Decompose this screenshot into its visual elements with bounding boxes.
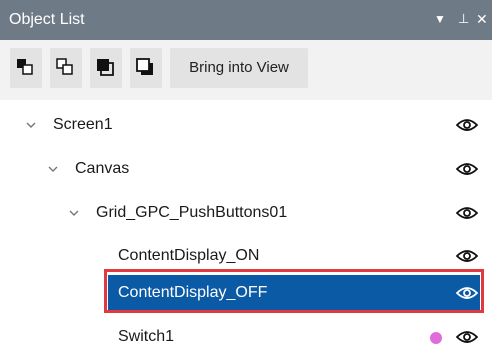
pin-icon[interactable]: ⊥ bbox=[458, 12, 469, 26]
chevron-down-icon[interactable] bbox=[24, 118, 38, 132]
bring-forward-icon bbox=[17, 59, 33, 75]
tree-item-label: Switch1 bbox=[118, 328, 175, 345]
status-dot bbox=[430, 332, 442, 344]
tree-item-switch1[interactable]: Switch1 bbox=[0, 319, 492, 355]
tree-item-canvas[interactable]: Canvas bbox=[0, 151, 492, 187]
tree-item-grid-gpc-pushbuttons01[interactable]: Grid_GPC_PushButtons01 bbox=[0, 195, 492, 231]
visibility-eye-icon[interactable] bbox=[456, 248, 478, 264]
bring-to-front-button[interactable] bbox=[90, 48, 122, 88]
panel-menu-dropdown-icon[interactable]: ▼ bbox=[434, 12, 446, 26]
visibility-eye-icon[interactable] bbox=[456, 117, 478, 133]
bring-to-front-icon bbox=[97, 59, 114, 76]
highlight-outline bbox=[104, 269, 484, 313]
tree-item-label: Screen1 bbox=[53, 116, 113, 133]
tree-item-screen1[interactable]: Screen1 bbox=[0, 107, 492, 143]
tree-item-label: Grid_GPC_PushButtons01 bbox=[96, 204, 288, 221]
send-to-back-icon bbox=[136, 58, 153, 75]
visibility-eye-icon[interactable] bbox=[456, 161, 478, 177]
panel-title: Object List bbox=[9, 11, 85, 28]
close-icon[interactable]: ✕ bbox=[476, 12, 488, 26]
bring-into-view-button[interactable]: Bring into View bbox=[170, 48, 308, 88]
tree-item-label: ContentDisplay_ON bbox=[118, 247, 260, 264]
toolbar: Bring into View bbox=[0, 40, 492, 100]
bring-forward-button[interactable] bbox=[10, 48, 42, 88]
chevron-down-icon[interactable] bbox=[67, 206, 81, 220]
send-to-back-button[interactable] bbox=[130, 48, 162, 88]
send-backward-button[interactable] bbox=[50, 48, 82, 88]
visibility-eye-icon[interactable] bbox=[456, 329, 478, 345]
panel-title-bar: Object List ▼ ⊥ ✕ bbox=[0, 0, 492, 40]
send-backward-icon bbox=[56, 58, 73, 75]
chevron-down-icon[interactable] bbox=[46, 162, 60, 176]
visibility-eye-icon[interactable] bbox=[456, 205, 478, 221]
tree-item-label: Canvas bbox=[75, 160, 130, 177]
